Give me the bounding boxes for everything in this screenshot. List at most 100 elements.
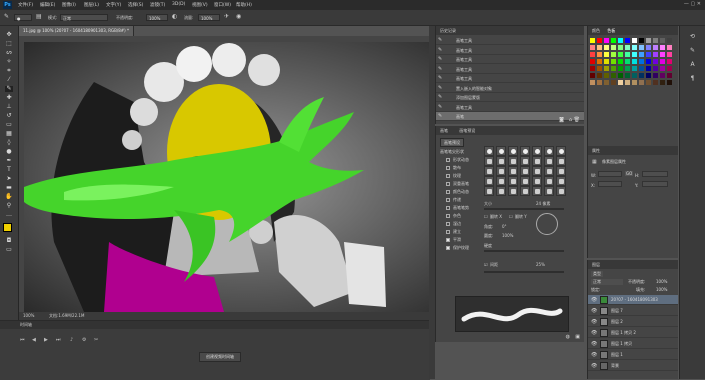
color-swatch[interactable] — [618, 80, 623, 85]
blur-tool-icon[interactable]: ◊ — [5, 140, 13, 146]
brush-option-checkbox[interactable] — [446, 246, 450, 250]
dodge-tool-icon[interactable]: ● — [5, 149, 13, 155]
settings-icon[interactable]: ⚙ — [82, 337, 86, 343]
brush-tip-preset[interactable] — [484, 176, 494, 186]
screen-mode-icon[interactable]: ▭ — [5, 247, 13, 253]
brush-option-checkbox[interactable] — [446, 174, 450, 178]
brush-tip-preset[interactable] — [484, 146, 494, 156]
brush-tip-preset[interactable] — [544, 146, 554, 156]
menu-file[interactable]: 文件(F) — [18, 2, 33, 8]
marquee-tool-icon[interactable]: ⬚ — [5, 41, 13, 47]
brush-tip-preset[interactable] — [484, 166, 494, 176]
zoom-tool-icon[interactable]: ⚲ — [5, 203, 13, 209]
layer-name[interactable]: 图层 1 — [611, 350, 623, 360]
healing-tool-icon[interactable]: ✚ — [5, 95, 13, 101]
brush-option-checkbox[interactable] — [446, 190, 450, 194]
brush-tip-preset[interactable] — [544, 186, 554, 196]
layer-name[interactable]: 20?07 - 160418091303 — [611, 295, 658, 305]
brush-option[interactable]: 画笔笔尖形状 — [438, 148, 483, 156]
color-swatch[interactable] — [604, 66, 609, 71]
roundness-value[interactable]: 100% — [502, 233, 513, 238]
color-swatch[interactable] — [625, 52, 630, 57]
camera-icon[interactable]: ⌂ — [569, 117, 572, 123]
brush-option-checkbox[interactable] — [446, 166, 450, 170]
width-field[interactable] — [598, 171, 622, 177]
brush-tip-preset[interactable] — [556, 186, 566, 196]
brush-tip-preset[interactable] — [496, 156, 506, 166]
brush-tip-preset[interactable] — [520, 156, 530, 166]
color-swatch[interactable] — [590, 66, 595, 71]
brush-option-checkbox[interactable] — [446, 182, 450, 186]
brush-preview-icon[interactable]: ◍ — [566, 334, 570, 340]
brush-preset-picker[interactable]: ● — [14, 14, 32, 21]
color-swatch[interactable] — [590, 38, 595, 43]
prev-frame-icon[interactable]: ◀ — [32, 337, 36, 343]
color-swatch[interactable] — [660, 73, 665, 78]
hardness-slider[interactable] — [484, 250, 564, 252]
brush-option[interactable]: 传递 — [438, 196, 483, 204]
color-swatch[interactable] — [611, 45, 616, 50]
color-swatch[interactable] — [660, 59, 665, 64]
color-swatch[interactable] — [625, 59, 630, 64]
audio-icon[interactable]: ♪ — [70, 337, 73, 343]
brush-tip-preset[interactable] — [496, 166, 506, 176]
brush-option[interactable]: 颜色动态 — [438, 188, 483, 196]
menu-view[interactable]: 视图(V) — [192, 2, 208, 8]
color-swatch[interactable] — [597, 80, 602, 85]
layer-name[interactable]: 图层 2 — [611, 317, 623, 327]
brush-option[interactable]: 纹理 — [438, 172, 483, 180]
color-swatch[interactable] — [632, 73, 637, 78]
color-swatch[interactable] — [653, 80, 658, 85]
color-swatch[interactable] — [611, 59, 616, 64]
more-tools-icon[interactable]: … — [5, 212, 13, 218]
brush-option[interactable]: 平滑 — [438, 236, 483, 244]
color-swatch[interactable] — [653, 38, 658, 43]
tab-brush[interactable]: 画笔 — [440, 128, 448, 133]
color-swatch[interactable] — [653, 52, 658, 57]
brush-presets-button[interactable]: 画笔预设 — [440, 138, 464, 147]
color-swatch[interactable] — [625, 38, 630, 43]
color-swatch[interactable] — [625, 80, 630, 85]
color-swatch[interactable] — [625, 73, 630, 78]
stamp-tool-icon[interactable]: ⊥ — [5, 104, 13, 110]
color-swatch[interactable] — [639, 59, 644, 64]
color-swatch[interactable] — [660, 66, 665, 71]
fill-value[interactable]: 100% — [656, 287, 667, 292]
visibility-eye-icon[interactable]: 👁 — [591, 295, 597, 305]
layer-thumbnail[interactable] — [600, 329, 608, 337]
menu-image[interactable]: 图像(I) — [62, 2, 76, 8]
color-swatch[interactable] — [667, 80, 672, 85]
brush-tip-preset[interactable] — [484, 156, 494, 166]
brush-tip-preset[interactable] — [508, 186, 518, 196]
layer-name[interactable]: 图层 1 拷贝 2 — [611, 328, 636, 338]
color-swatch[interactable] — [646, 80, 651, 85]
brush-tip-preset[interactable] — [556, 156, 566, 166]
layer-row[interactable]: 👁 20?07 - 160418091303 — [588, 295, 678, 305]
spacing-checkbox[interactable]: ☑ — [484, 262, 488, 267]
layer-thumbnail[interactable] — [600, 362, 608, 370]
color-swatch[interactable] — [604, 52, 609, 57]
eraser-tool-icon[interactable]: ▭ — [5, 122, 13, 128]
menu-layer[interactable]: 图层(L) — [84, 2, 99, 8]
move-tool-icon[interactable]: ✥ — [5, 32, 13, 38]
link-dimensions-button[interactable]: GO — [625, 171, 634, 176]
quick-mask-icon[interactable]: ◘ — [5, 238, 13, 244]
color-swatch[interactable] — [646, 38, 651, 43]
visibility-eye-icon[interactable]: 👁 — [591, 317, 597, 327]
visibility-eye-icon[interactable]: 👁 — [591, 339, 597, 349]
color-swatch[interactable] — [646, 52, 651, 57]
swatch-grid[interactable] — [590, 38, 674, 122]
brush-tip-preset[interactable] — [532, 176, 542, 186]
blend-mode-select[interactable]: 正常 — [591, 279, 623, 285]
history-item[interactable]: ✎ 画笔工具 — [436, 103, 584, 112]
layer-opacity-value[interactable]: 100% — [656, 279, 667, 284]
history-brush-tool-icon[interactable]: ↺ — [5, 113, 13, 119]
menu-type[interactable]: 文字(Y) — [106, 2, 121, 8]
color-swatch[interactable] — [604, 59, 609, 64]
spacing-value[interactable]: 25% — [536, 262, 545, 267]
brush-option[interactable]: 建立 — [438, 228, 483, 236]
color-swatch[interactable] — [653, 59, 658, 64]
color-swatch[interactable] — [639, 66, 644, 71]
brush-option[interactable]: 形状动态 — [438, 156, 483, 164]
color-swatch[interactable] — [667, 59, 672, 64]
